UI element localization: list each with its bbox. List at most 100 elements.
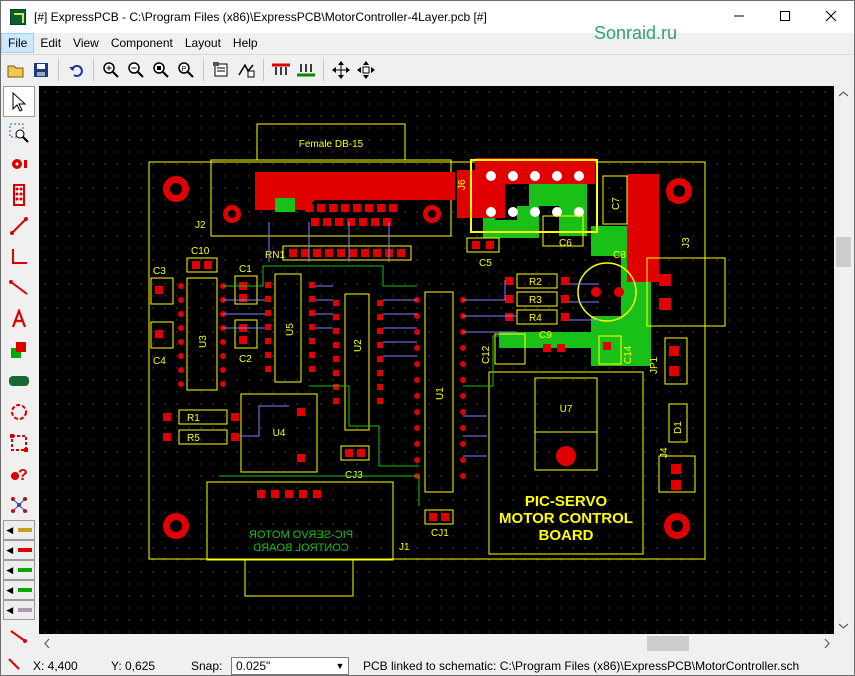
tool-rectangle[interactable] [3, 427, 35, 458]
window-title: [#] ExpressPCB - C:\Program Files (x86)\… [34, 10, 487, 24]
left-arrow-icon: ◀ [6, 544, 14, 555]
svg-text:C4: C4 [153, 356, 166, 367]
bottom-copper-layer-icon [17, 608, 32, 612]
tool-trace-corner[interactable] [3, 241, 35, 272]
zoom-out-button[interactable] [124, 58, 148, 82]
minimize-button[interactable] [716, 1, 762, 31]
tool-find-component[interactable]: ? [3, 458, 35, 489]
tool-route-status[interactable] [3, 620, 35, 651]
rounded-shape-icon [9, 375, 29, 386]
tool-text[interactable] [3, 303, 35, 334]
svg-text:U7: U7 [560, 404, 573, 415]
svg-text:C2: C2 [239, 354, 252, 365]
tool-trace[interactable] [3, 210, 35, 241]
svg-text:C1: C1 [239, 264, 252, 275]
tool-trace-diagonal[interactable] [3, 272, 35, 303]
tool-zoom-box[interactable] [3, 117, 35, 148]
layer-silk-toggle[interactable]: ◀ [3, 520, 35, 540]
vertical-scrollbar[interactable] [835, 86, 852, 634]
svg-text:RN1: RN1 [265, 250, 285, 261]
rotate-arrows-icon [357, 60, 375, 79]
tool-circle[interactable] [3, 396, 35, 427]
svg-text:JP1: JP1 [649, 356, 660, 374]
layer-inner1-toggle[interactable]: ◀ [3, 560, 35, 580]
menu-edit[interactable]: Edit [34, 33, 67, 53]
svg-text:R5: R5 [187, 433, 200, 444]
vertical-scroll-arrows [836, 91, 851, 629]
rectangle-icon [10, 433, 28, 452]
properties-button[interactable] [209, 58, 233, 82]
tool-component[interactable] [3, 179, 35, 210]
tool-shape[interactable] [3, 365, 35, 396]
move-button[interactable] [329, 58, 353, 82]
pad-icon [12, 158, 27, 169]
save-icon [34, 62, 48, 77]
zoom-in-button[interactable] [99, 58, 123, 82]
schematic-link-status: PCB linked to schematic: C:\Program File… [363, 659, 800, 673]
svg-text:C7: C7 [611, 197, 622, 210]
tool-filled-area[interactable] [3, 334, 35, 365]
svg-text:PIC-SERVO MOTOR: PIC-SERVO MOTOR [249, 529, 353, 541]
menu-component[interactable]: Component [105, 33, 179, 53]
status-y-coordinate: Y: 0,625 [111, 659, 156, 673]
bottom-layer-icon [297, 63, 315, 76]
menu-help[interactable]: Help [227, 33, 264, 53]
tool-select[interactable] [3, 86, 35, 117]
svg-text:C8: C8 [613, 250, 626, 261]
zoom-out-icon [128, 61, 144, 78]
route-status-icon [10, 629, 27, 643]
layer-top-toggle[interactable]: ◀ [3, 540, 35, 560]
properties-icon [213, 61, 228, 76]
bottom-layer-button[interactable] [294, 58, 318, 82]
svg-text:D1: D1 [673, 421, 684, 434]
svg-text:BOARD: BOARD [539, 527, 594, 544]
left-arrow-icon: ◀ [6, 604, 14, 615]
svg-text:C5: C5 [479, 258, 492, 269]
svg-text:J6: J6 [457, 179, 468, 190]
toolbar: P [1, 54, 854, 84]
expresspcb-app-icon[interactable] [10, 9, 26, 25]
schematic-link-button[interactable] [234, 58, 258, 82]
svg-text:U5: U5 [285, 323, 296, 336]
db15-label: Female DB-15 [299, 139, 364, 150]
close-button[interactable] [808, 1, 854, 31]
svg-text:U1: U1 [435, 387, 446, 400]
left-arrow-icon: ◀ [6, 524, 14, 535]
snap-label: Snap: [191, 659, 223, 673]
pcb-layout[interactable]: Female DB-15 J2 RN1 C10 C3 C4 C1 C2 U3 U… [39, 86, 834, 634]
maximize-button[interactable] [762, 1, 808, 31]
pcb-canvas[interactable]: Female DB-15 J2 RN1 C10 C3 C4 C1 C2 U3 U… [39, 86, 834, 634]
svg-text:R3: R3 [529, 295, 542, 306]
left-arrow-icon: ◀ [6, 564, 14, 575]
snap-dropdown[interactable]: 0.025" ▼ [231, 657, 349, 675]
layer-inner2-toggle[interactable]: ◀ [3, 580, 35, 600]
save-button[interactable] [29, 58, 53, 82]
svg-text:C14: C14 [623, 345, 634, 364]
title-bar[interactable]: [#] ExpressPCB - C:\Program Files (x86)\… [1, 1, 854, 33]
zoom-fit-button[interactable] [149, 58, 173, 82]
rotate-button[interactable] [354, 58, 378, 82]
netlist-icon [11, 496, 27, 513]
horizontal-scrollbar[interactable] [39, 635, 835, 652]
top-copper-layer-icon [17, 548, 32, 552]
menu-file[interactable]: File [1, 33, 35, 53]
open-button[interactable] [4, 58, 28, 82]
layer-bottom-toggle[interactable]: ◀ [3, 600, 35, 620]
horizontal-scroll-arrows [44, 636, 830, 651]
resize-grip-icon [1, 657, 25, 675]
undo-button[interactable] [64, 58, 88, 82]
trace-diagonal-icon [9, 279, 28, 295]
svg-text:J3: J3 [681, 237, 692, 248]
tool-netlist[interactable] [3, 489, 35, 520]
top-layer-button[interactable] [269, 58, 293, 82]
open-folder-icon [7, 65, 24, 77]
menu-layout[interactable]: Layout [179, 33, 227, 53]
minimize-icon [734, 15, 744, 17]
tool-pad[interactable] [3, 148, 35, 179]
svg-text:C12: C12 [481, 345, 492, 364]
trace-corner-icon [12, 248, 27, 264]
zoom-page-button[interactable]: P [174, 58, 198, 82]
left-tool-palette: ? ◀ ◀ ◀ ◀ ◀ [1, 86, 37, 656]
svg-text:U4: U4 [273, 428, 286, 439]
menu-view[interactable]: View [67, 33, 105, 53]
